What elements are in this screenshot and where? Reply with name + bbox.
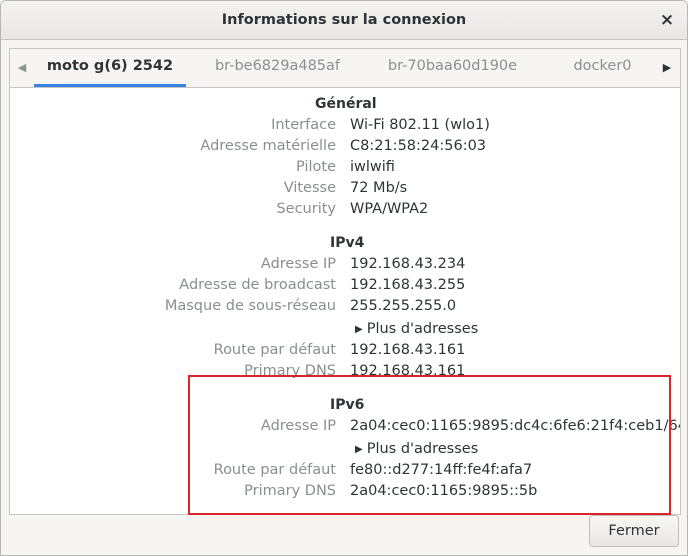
ipv6-more-addresses-expander[interactable]: ▶ Plus d'adresses bbox=[355, 441, 478, 457]
tab-br-70baa60d190e[interactable]: br-70baa60d190e bbox=[385, 49, 520, 87]
tab-docker0[interactable]: docker0 bbox=[565, 49, 640, 87]
section-title-ipv4: IPv4 bbox=[330, 235, 365, 251]
ipv6-primary-dns-label: Primary DNS bbox=[244, 483, 336, 499]
hardware-address-label: Adresse matérielle bbox=[200, 138, 336, 154]
connection-notebook: ◀ moto g(6) 2542 br-be6829a485af br-70ba… bbox=[9, 48, 681, 515]
close-button[interactable]: Fermer bbox=[589, 515, 679, 547]
ipv4-default-route-value: 192.168.43.161 bbox=[350, 342, 466, 358]
ipv4-more-addresses-expander[interactable]: ▶ Plus d'adresses bbox=[355, 321, 478, 337]
ipv4-netmask-label: Masque de sous-réseau bbox=[164, 298, 336, 314]
ipv4-broadcast-value: 192.168.43.255 bbox=[350, 277, 466, 293]
ipv4-default-route-label: Route par défaut bbox=[213, 342, 336, 358]
ipv4-address-value: 192.168.43.234 bbox=[350, 256, 466, 272]
section-title-ipv6: IPv6 bbox=[330, 397, 365, 413]
section-title-general: Général bbox=[315, 96, 377, 112]
expander-arrow-icon: ▶ bbox=[355, 444, 363, 455]
speed-label: Vitesse bbox=[283, 180, 336, 196]
tab-label: br-70baa60d190e bbox=[387, 58, 518, 74]
tab-bar: ◀ moto g(6) 2542 br-be6829a485af br-70ba… bbox=[10, 49, 680, 88]
interface-value: Wi-Fi 802.11 (wlo1) bbox=[350, 117, 490, 133]
expander-arrow-icon: ▶ bbox=[355, 324, 363, 335]
expander-label: Plus d'adresses bbox=[366, 441, 479, 457]
ipv4-broadcast-label: Adresse de broadcast bbox=[179, 277, 336, 293]
tab-scroll-left-icon[interactable]: ◀ bbox=[14, 59, 30, 77]
titlebar: Informations sur la connexion × bbox=[1, 1, 687, 40]
tab-moto-g6[interactable]: moto g(6) 2542 bbox=[34, 49, 186, 87]
tab-content: Général Interface Wi-Fi 802.11 (wlo1) Ad… bbox=[10, 88, 680, 514]
hardware-address-value: C8:21:58:24:56:03 bbox=[350, 138, 487, 154]
tab-scroll-right-icon[interactable]: ▶ bbox=[659, 59, 675, 77]
tab-br-be6829a485af[interactable]: br-be6829a485af bbox=[210, 49, 345, 87]
security-value: WPA/WPA2 bbox=[350, 201, 429, 217]
ipv4-address-label: Adresse IP bbox=[260, 256, 336, 272]
driver-label: Pilote bbox=[296, 159, 336, 175]
ipv6-address-value: 2a04:cec0:1165:9895:dc4c:6fe6:21f4:ceb1/… bbox=[350, 418, 681, 434]
interface-label: Interface bbox=[271, 117, 336, 133]
ipv6-address-label: Adresse IP bbox=[260, 418, 336, 434]
ipv6-default-route-label: Route par défaut bbox=[213, 462, 336, 478]
speed-value: 72 Mb/s bbox=[350, 180, 408, 196]
ipv4-primary-dns-label: Primary DNS bbox=[244, 363, 336, 379]
connection-info-dialog: Informations sur la connexion × ◀ moto g… bbox=[0, 0, 688, 556]
dialog-title: Informations sur la connexion bbox=[221, 12, 467, 28]
tab-label: br-be6829a485af bbox=[214, 58, 341, 74]
ipv6-primary-dns-value: 2a04:cec0:1165:9895::5b bbox=[350, 483, 538, 499]
expander-label: Plus d'adresses bbox=[366, 321, 479, 337]
tab-label: moto g(6) 2542 bbox=[46, 58, 174, 74]
security-label: Security bbox=[276, 201, 336, 217]
ipv4-primary-dns-value: 192.168.43.161 bbox=[350, 363, 466, 379]
tab-label: docker0 bbox=[573, 58, 632, 74]
active-tab-indicator bbox=[34, 84, 186, 87]
ipv6-default-route-value: fe80::d277:14ff:fe4f:afa7 bbox=[350, 462, 533, 478]
ipv4-netmask-value: 255.255.255.0 bbox=[350, 298, 457, 314]
driver-value: iwlwifi bbox=[350, 159, 395, 175]
close-icon[interactable]: × bbox=[657, 10, 677, 30]
